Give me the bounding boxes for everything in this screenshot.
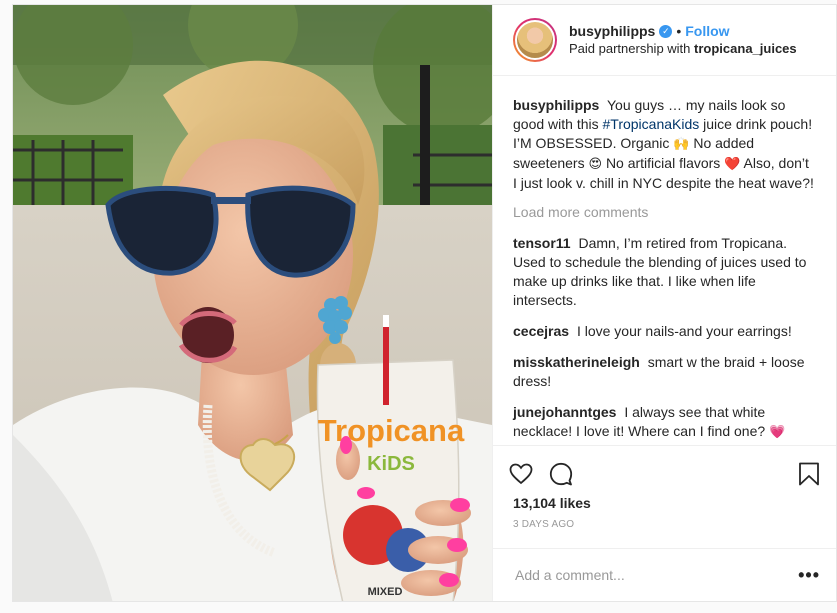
- paid-partnership-label: Paid partnership with tropicana_juices: [569, 40, 797, 58]
- comment-username[interactable]: junejohanntges: [513, 404, 616, 420]
- comment-text: I love your nails-and your earrings!: [576, 323, 792, 339]
- caption-text-4: No artificial flavors: [605, 155, 721, 171]
- header-top-row: busyphilipps ✓ • Follow: [569, 22, 797, 40]
- caption: busyphilipps You guys … my nails look so…: [513, 96, 814, 193]
- pouch-flavor-text: MIXED: [368, 586, 403, 598]
- avatar[interactable]: [515, 20, 555, 60]
- like-button[interactable]: [509, 454, 549, 494]
- partnership-prefix: Paid partnership with: [569, 41, 691, 56]
- raising-hands-emoji: 🙌: [673, 137, 690, 152]
- comment-username[interactable]: cecejras: [513, 323, 569, 339]
- post-image: Tropicana KiDS MIXED: [13, 5, 492, 601]
- likes-count[interactable]: 13,104 likes: [509, 494, 820, 512]
- action-icons-row: [509, 454, 820, 494]
- post-actions: 13,104 likes 3 DAYS AGO: [493, 445, 836, 530]
- comment-input[interactable]: [513, 566, 799, 584]
- comment-item: junejohanntges I always see that white n…: [513, 403, 814, 442]
- post-header-text: busyphilipps ✓ • Follow Paid partnership…: [569, 22, 797, 58]
- red-heart-emoji: ❤️: [724, 157, 741, 172]
- pouch-line-text: KiDS: [367, 453, 415, 475]
- save-button[interactable]: [780, 454, 820, 494]
- hashtag-link[interactable]: #TropicanaKids: [603, 116, 700, 132]
- comments-list: busyphilipps You guys … my nails look so…: [493, 76, 836, 445]
- heart-outline-icon: [509, 463, 533, 485]
- bookmark-icon: [799, 462, 819, 486]
- post-header: busyphilipps ✓ • Follow Paid partnership…: [493, 5, 836, 76]
- partner-username[interactable]: tropicana_juices: [694, 41, 797, 56]
- separator-dot: •: [676, 23, 682, 39]
- load-more-comments-link[interactable]: Load more comments: [513, 203, 814, 222]
- comment-bubble-icon: [549, 462, 573, 486]
- comment-button[interactable]: [549, 454, 589, 494]
- post-side-panel: busyphilipps ✓ • Follow Paid partnership…: [492, 5, 836, 601]
- follow-button[interactable]: Follow: [685, 22, 729, 40]
- post-photo[interactable]: Tropicana KiDS MIXED: [13, 5, 492, 601]
- comment-item: tensor11 Damn, I’m retired from Tropican…: [513, 234, 814, 310]
- author-username[interactable]: busyphilipps: [569, 22, 655, 40]
- comment-item: misskatherineleigh smart w the braid + l…: [513, 353, 814, 391]
- verified-badge-icon: ✓: [659, 24, 673, 38]
- pink-heart-emoji: 💗: [769, 425, 786, 440]
- instagram-post: Tropicana KiDS MIXED busyphilipps ✓ • Fo…: [12, 4, 837, 602]
- avatar-story-ring[interactable]: [513, 18, 557, 62]
- post-date[interactable]: 3 DAYS AGO: [509, 519, 820, 530]
- pouch-brand-text: Tropicana: [318, 413, 465, 448]
- more-options-icon[interactable]: •••: [798, 565, 820, 586]
- comment-username[interactable]: tensor11: [513, 235, 571, 251]
- comment-item: cecejras I love your nails-and your earr…: [513, 322, 814, 341]
- heart-eyes-emoji: 😍: [588, 157, 603, 172]
- comment-username[interactable]: misskatherineleigh: [513, 354, 640, 370]
- caption-username[interactable]: busyphilipps: [513, 97, 599, 113]
- add-comment-bar: •••: [493, 548, 836, 601]
